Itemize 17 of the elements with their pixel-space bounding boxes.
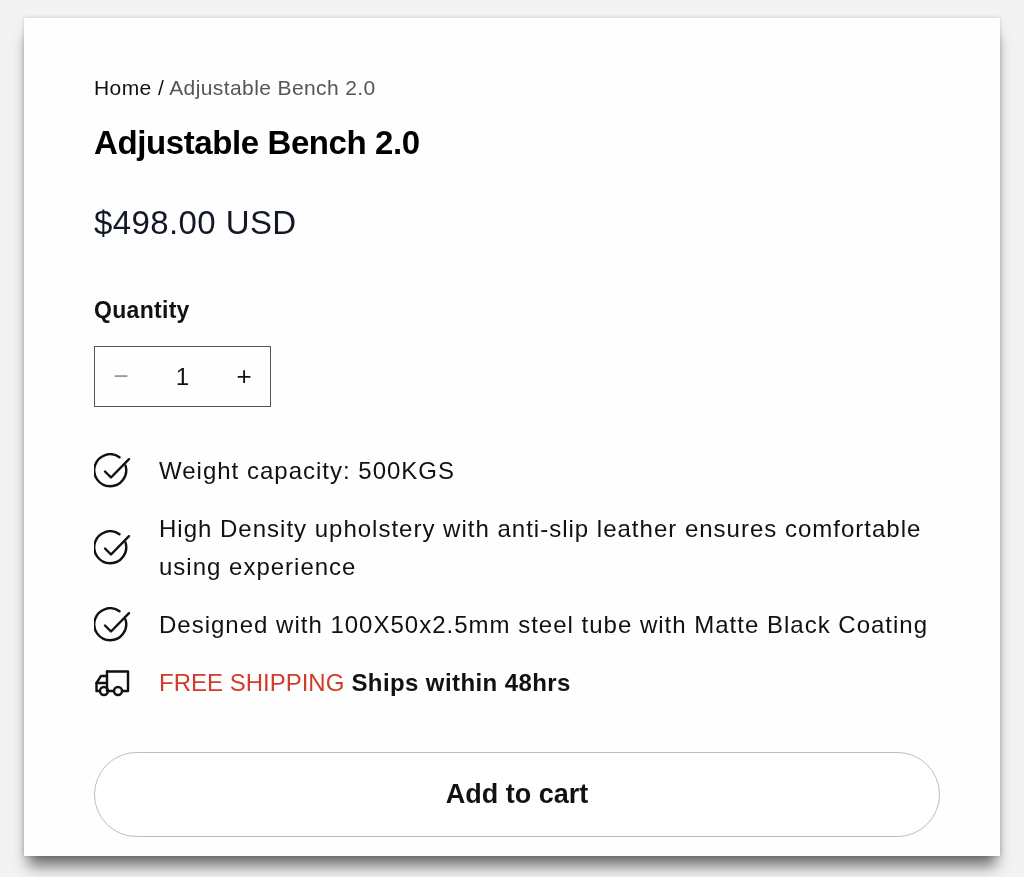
- add-to-cart-button[interactable]: Add to cart: [94, 752, 940, 837]
- breadcrumb-current: Adjustable Bench 2.0: [169, 76, 376, 99]
- breadcrumb-link[interactable]: Home: [94, 76, 152, 99]
- feature-text: High Density upholstery with anti-slip leather ensures comfortable using experience: [159, 514, 923, 582]
- product-title: Adjustable Bench 2.0: [94, 123, 421, 163]
- check-circle-icon: [94, 452, 131, 490]
- feature-text: Weight capacity: 500KGS: [159, 456, 456, 486]
- check-circle-icon: [94, 529, 131, 567]
- increase-button[interactable]: +: [218, 347, 270, 406]
- breadcrumb-separator: /: [157, 76, 165, 99]
- shipping-note: FREE SHIPPING Ships within 48hrs: [159, 668, 571, 698]
- feature-text: Designed with 100X50x2.5mm steel tube with Matte Black Coating: [159, 610, 929, 640]
- quantity-label: Quantity: [94, 296, 191, 324]
- product-price: $498.00 USD: [94, 203, 298, 243]
- quantity-value: 1: [175, 361, 190, 392]
- truck-icon: [94, 668, 131, 698]
- check-circle-icon: [94, 606, 131, 644]
